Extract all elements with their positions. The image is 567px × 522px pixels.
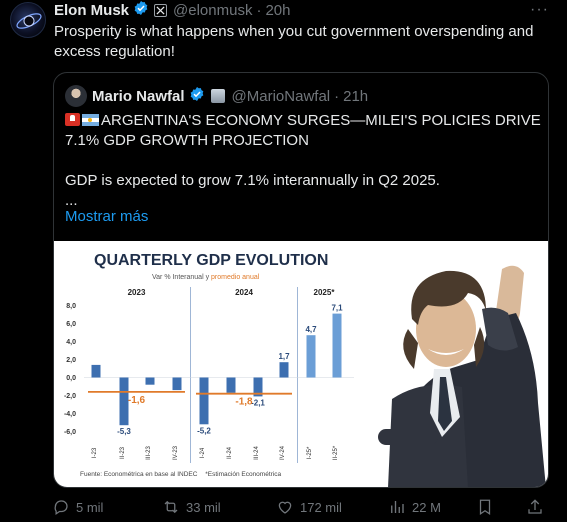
retweet-button[interactable]: 33 mil [162,498,221,516]
share-button[interactable] [526,498,544,516]
quote-text: ARGENTINA'S ECONOMY SURGES—MILEI'S POLIC… [65,111,543,211]
category-label: I-25* [307,446,313,459]
category-label: II-24 [227,446,233,459]
quote-headline-line: ARGENTINA'S ECONOMY SURGES—MILEI'S POLIC… [65,111,543,151]
bar-value-label: -2,1 [251,398,265,407]
chart-image[interactable]: QUARTERLY GDP EVOLUTION Var % Interanual… [54,241,548,487]
chart-source-part2: *Estimación Econométrica [205,471,281,478]
share-icon [528,499,542,514]
reply-button[interactable]: 5 mil [52,498,103,516]
retweet-icon [164,500,178,514]
annual-average-label: -1,6 [128,395,146,406]
reply-count: 5 mil [76,499,104,515]
author-handle[interactable]: @elonmusk [173,2,252,19]
quote-body: GDP is expected to grow 7.1% interannual… [65,172,440,189]
y-tick-label: 2,0 [66,357,76,364]
gdp-bar [172,377,182,391]
chart-subtitle-part1: Var % Interanual y [152,274,210,281]
category-label: III-23 [146,446,152,460]
person-photo [378,265,546,487]
author-avatar[interactable] [10,2,46,38]
verified-badge-icon [133,0,149,20]
quote-author-handle[interactable]: @MarioNawfal [232,88,331,105]
category-label: II-23 [120,446,126,459]
chart-title: QUARTERLY GDP EVOLUTION [94,252,328,269]
chart-source-part1: Fuente: Econométrica en base al INDEC [80,471,198,478]
quote-header: Mario Nawfal @MarioNawfal · 21h [92,86,368,106]
bookmark-icon [479,499,491,515]
tweet-text: Prosperity is what happens when you cut … [54,23,534,60]
gdp-bar [279,362,289,378]
heart-icon [278,501,292,514]
like-count: 172 mil [300,499,342,515]
y-tick-label: -2,0 [64,393,76,400]
tweet-time[interactable]: 20h [265,2,290,19]
category-label: IV-24 [280,445,286,460]
views-button[interactable]: 22 M [388,498,441,516]
verified-badge-icon [189,86,205,106]
quote-author-name[interactable]: Mario Nawfal [92,88,185,105]
y-tick-label: 0,0 [66,375,76,382]
gdp-bar [226,377,236,393]
chart-source: Fuente: Econométrica en base al INDEC *E… [80,471,281,478]
chart-subtitle: Var % Interanual y promedio anual [152,274,260,281]
bar-value-label: -5,3 [117,427,131,436]
gdp-bar [91,364,101,378]
annual-average-label: -1,8 [235,397,253,408]
y-tick-label: 8,0 [66,303,76,310]
category-label: I-24 [200,447,206,458]
bar-value-label: -5,2 [197,426,211,435]
gdp-bar [306,335,316,378]
separator-dot: · [334,87,340,105]
quote-time[interactable]: 21h [343,88,368,105]
y-tick-label: 6,0 [66,321,76,328]
x-affiliate-icon [154,3,168,17]
argentina-flag-icon [82,114,99,126]
views-icon [391,501,404,513]
gdp-bar [199,377,209,425]
gdp-bar [332,313,342,378]
y-tick-label: -6,0 [64,429,76,436]
like-button[interactable]: 172 mil [276,498,342,516]
year-label: 2024 [235,288,253,297]
more-options-icon[interactable]: ··· [530,1,549,19]
quote-headline: ARGENTINA'S ECONOMY SURGES—MILEI'S POLIC… [65,112,541,149]
views-count: 22 M [412,499,441,515]
category-label: II-25* [333,445,339,460]
bar-value-label: 1,7 [278,352,290,361]
siren-emoji-icon [65,113,80,126]
action-bar: 5 mil 33 mil 172 mil 22 M [52,498,552,518]
show-more-link[interactable]: Mostrar más [65,208,148,225]
reply-icon [54,500,68,515]
category-label: I-23 [92,447,98,458]
y-tick-label: 4,0 [66,339,76,346]
separator-dot: · [256,1,262,19]
author-name[interactable]: Elon Musk [54,2,129,19]
tweet-header: Elon Musk @elonmusk · 20h [54,0,290,20]
avatar-image [16,13,42,29]
retweet-count: 33 mil [186,499,221,515]
bookmark-button[interactable] [476,498,494,516]
quoted-tweet[interactable]: Mario Nawfal @MarioNawfal · 21h ARGENTIN… [53,72,549,488]
year-label: 2025* [314,288,336,297]
quote-author-avatar[interactable] [65,85,87,107]
year-label: 2023 [128,288,146,297]
bar-value-label: 4,7 [305,325,317,334]
affiliate-badge-icon [210,89,225,103]
category-label: IV-23 [173,445,179,460]
gdp-bar [145,377,155,385]
y-tick-label: -4,0 [64,411,76,418]
chart-subtitle-part2: promedio anual [211,274,260,281]
category-label: III-24 [254,446,260,460]
